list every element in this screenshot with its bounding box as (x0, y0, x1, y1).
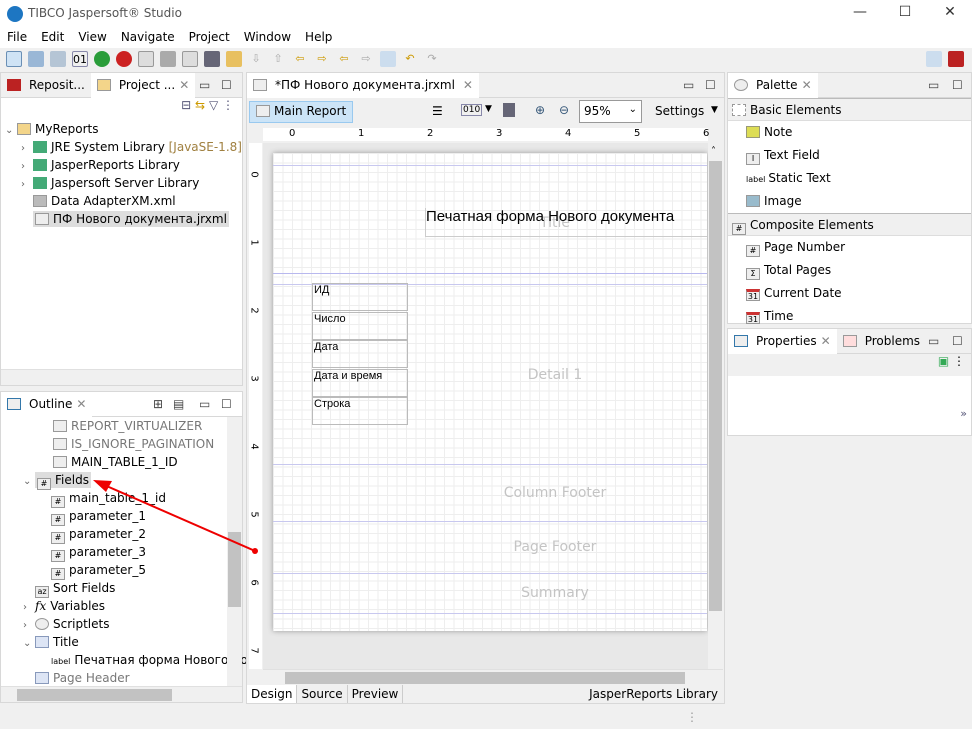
annotation-arrow (93, 480, 258, 554)
arrow-tail (252, 548, 258, 554)
arrow-line (101, 483, 256, 552)
arrow-head (93, 480, 112, 492)
